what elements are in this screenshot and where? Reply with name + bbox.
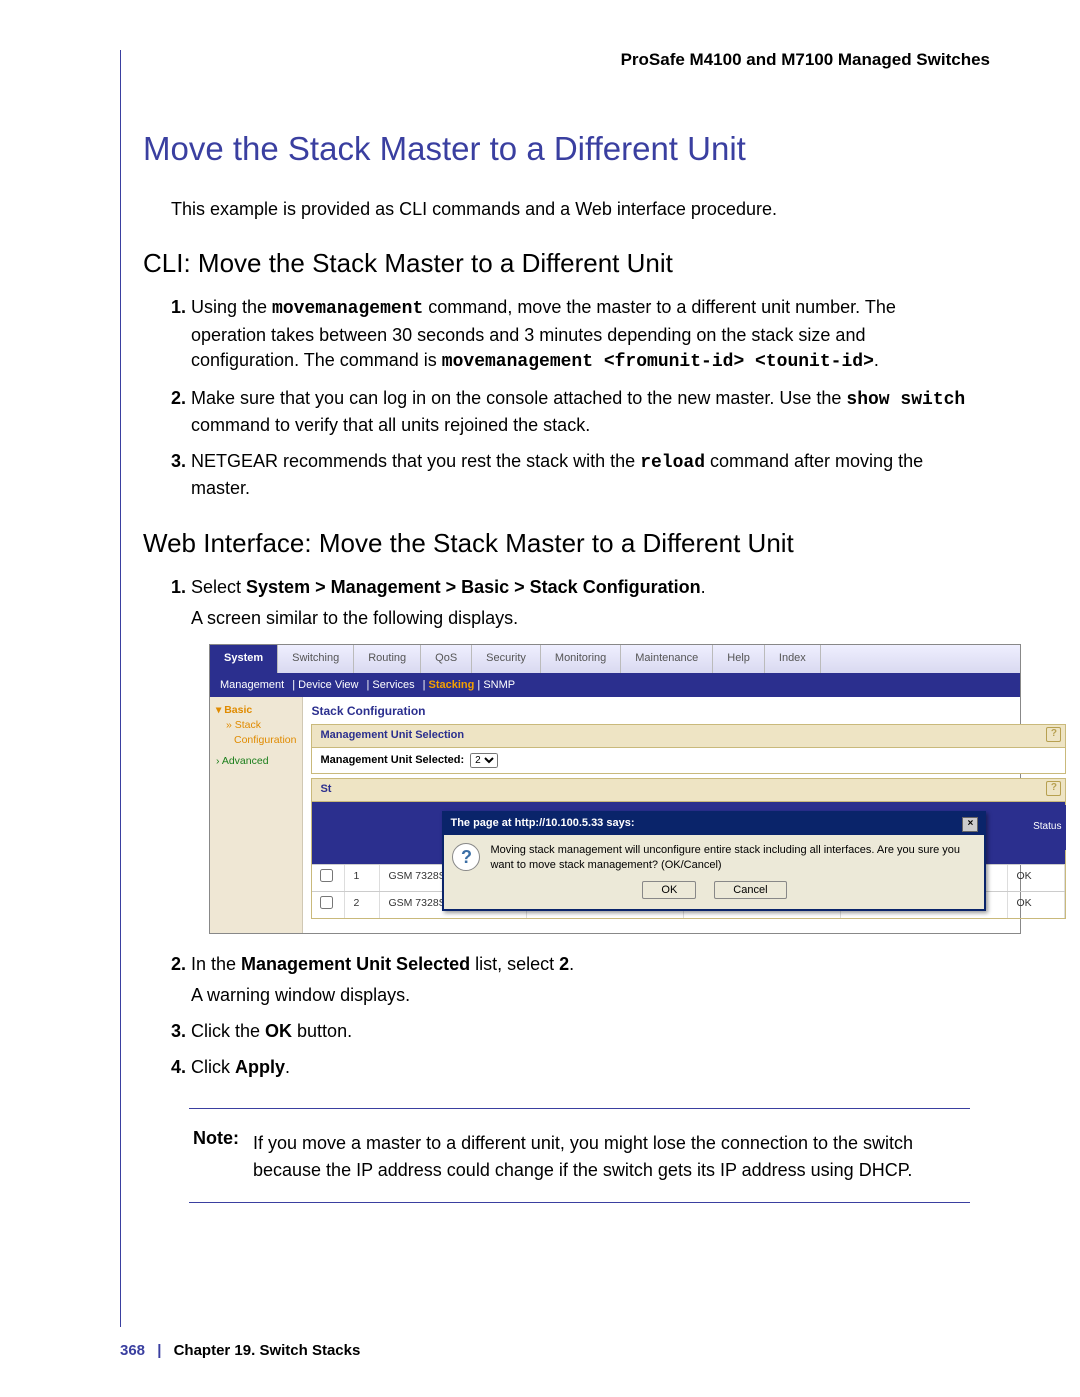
web-step-4: Click Apply.	[191, 1055, 970, 1081]
tab-help[interactable]: Help	[713, 645, 765, 673]
product-header: ProSafe M4100 and M7100 Managed Switches	[143, 50, 990, 70]
web-step-2: In the Management Unit Selected list, se…	[191, 952, 970, 1009]
tab-qos[interactable]: QoS	[421, 645, 472, 673]
tab-system[interactable]: System	[210, 645, 278, 673]
subnav-item[interactable]: Services	[372, 679, 414, 691]
web-step-1: Select System > Management > Basic > Sta…	[191, 575, 970, 934]
cli-heading: CLI: Move the Stack Master to a Differen…	[143, 248, 990, 279]
tab-security[interactable]: Security	[472, 645, 541, 673]
dialog-title: The page at http://10.100.5.33 says:	[450, 816, 634, 832]
select-label: Management Unit Selected:	[320, 753, 464, 769]
panel-mgmt-unit: Management Unit Selection Management Uni…	[311, 724, 1066, 774]
tab-routing[interactable]: Routing	[354, 645, 421, 673]
code: reload	[640, 453, 705, 473]
sidebar: ▾ Basic » Stack Configuration › Advanced	[210, 697, 303, 933]
code: movemanagement	[272, 299, 423, 319]
intro-text: This example is provided as CLI commands…	[143, 196, 990, 222]
row-checkbox[interactable]	[320, 869, 333, 882]
panel-header: Management Unit Selection	[312, 725, 1065, 748]
page-number: 368	[120, 1342, 145, 1359]
note-text: If you move a master to a different unit…	[253, 1130, 966, 1184]
chapter-label: Chapter 19. Switch Stacks	[174, 1342, 361, 1359]
sidebar-stack[interactable]: » Stack	[226, 718, 296, 733]
dialog-message: Moving stack management will unconfigure…	[490, 843, 976, 873]
cancel-button[interactable]: Cancel	[714, 881, 786, 899]
subnav: Management| Device View| Services| Stack…	[210, 674, 1020, 698]
web-step-3: Click the OK button.	[191, 1019, 970, 1045]
subnav-active[interactable]: Stacking	[429, 679, 475, 691]
web-heading: Web Interface: Move the Stack Master to …	[143, 528, 990, 559]
sidebar-configuration[interactable]: Configuration	[234, 733, 296, 748]
sidebar-basic[interactable]: ▾ Basic	[216, 703, 296, 718]
top-tabs: System Switching Routing QoS Security Mo…	[210, 645, 1020, 674]
question-icon: ?	[452, 843, 480, 871]
web-steps: Select System > Management > Basic > Sta…	[143, 575, 970, 1080]
subnav-item[interactable]: SNMP	[483, 679, 515, 691]
note-label: Note:	[193, 1128, 239, 1148]
embedded-screenshot: System Switching Routing QoS Security Mo…	[209, 644, 1021, 934]
close-icon[interactable]: ×	[962, 817, 978, 832]
cli-steps: Using the movemanagement command, move t…	[143, 295, 970, 502]
tab-maintenance[interactable]: Maintenance	[621, 645, 713, 673]
warning-dialog: The page at http://10.100.5.33 says: × ?…	[442, 811, 986, 910]
separator-icon: |	[157, 1342, 161, 1359]
cli-step-3: NETGEAR recommends that you rest the sta…	[191, 449, 970, 502]
panel-title: Stack Configuration	[311, 703, 1066, 720]
subnav-item[interactable]: Device View	[298, 679, 358, 691]
cli-step-2: Make sure that you can log in on the con…	[191, 386, 970, 439]
code: show switch	[846, 390, 965, 410]
tab-index[interactable]: Index	[765, 645, 821, 673]
subnav-item[interactable]: Management	[220, 679, 284, 691]
ok-button[interactable]: OK	[642, 881, 696, 899]
cli-step-1: Using the movemanagement command, move t…	[191, 295, 970, 376]
page-title: Move the Stack Master to a Different Uni…	[143, 130, 990, 168]
sidebar-advanced[interactable]: › Advanced	[216, 754, 296, 769]
tab-switching[interactable]: Switching	[278, 645, 354, 673]
tab-monitoring[interactable]: Monitoring	[541, 645, 621, 673]
note-block: Note: If you move a master to a differen…	[189, 1108, 970, 1203]
panel-header: St	[312, 779, 1065, 802]
code: movemanagement <fromunit-id> <tounit-id>	[442, 352, 874, 372]
row-checkbox[interactable]	[320, 896, 333, 909]
mgmt-unit-select[interactable]: 2	[470, 753, 498, 768]
page-footer: 368 | Chapter 19. Switch Stacks	[120, 1342, 360, 1359]
status-column-header: Status	[1028, 805, 1066, 849]
panel-stack-list: St Status The page at http://10.100.5.33…	[311, 778, 1066, 918]
